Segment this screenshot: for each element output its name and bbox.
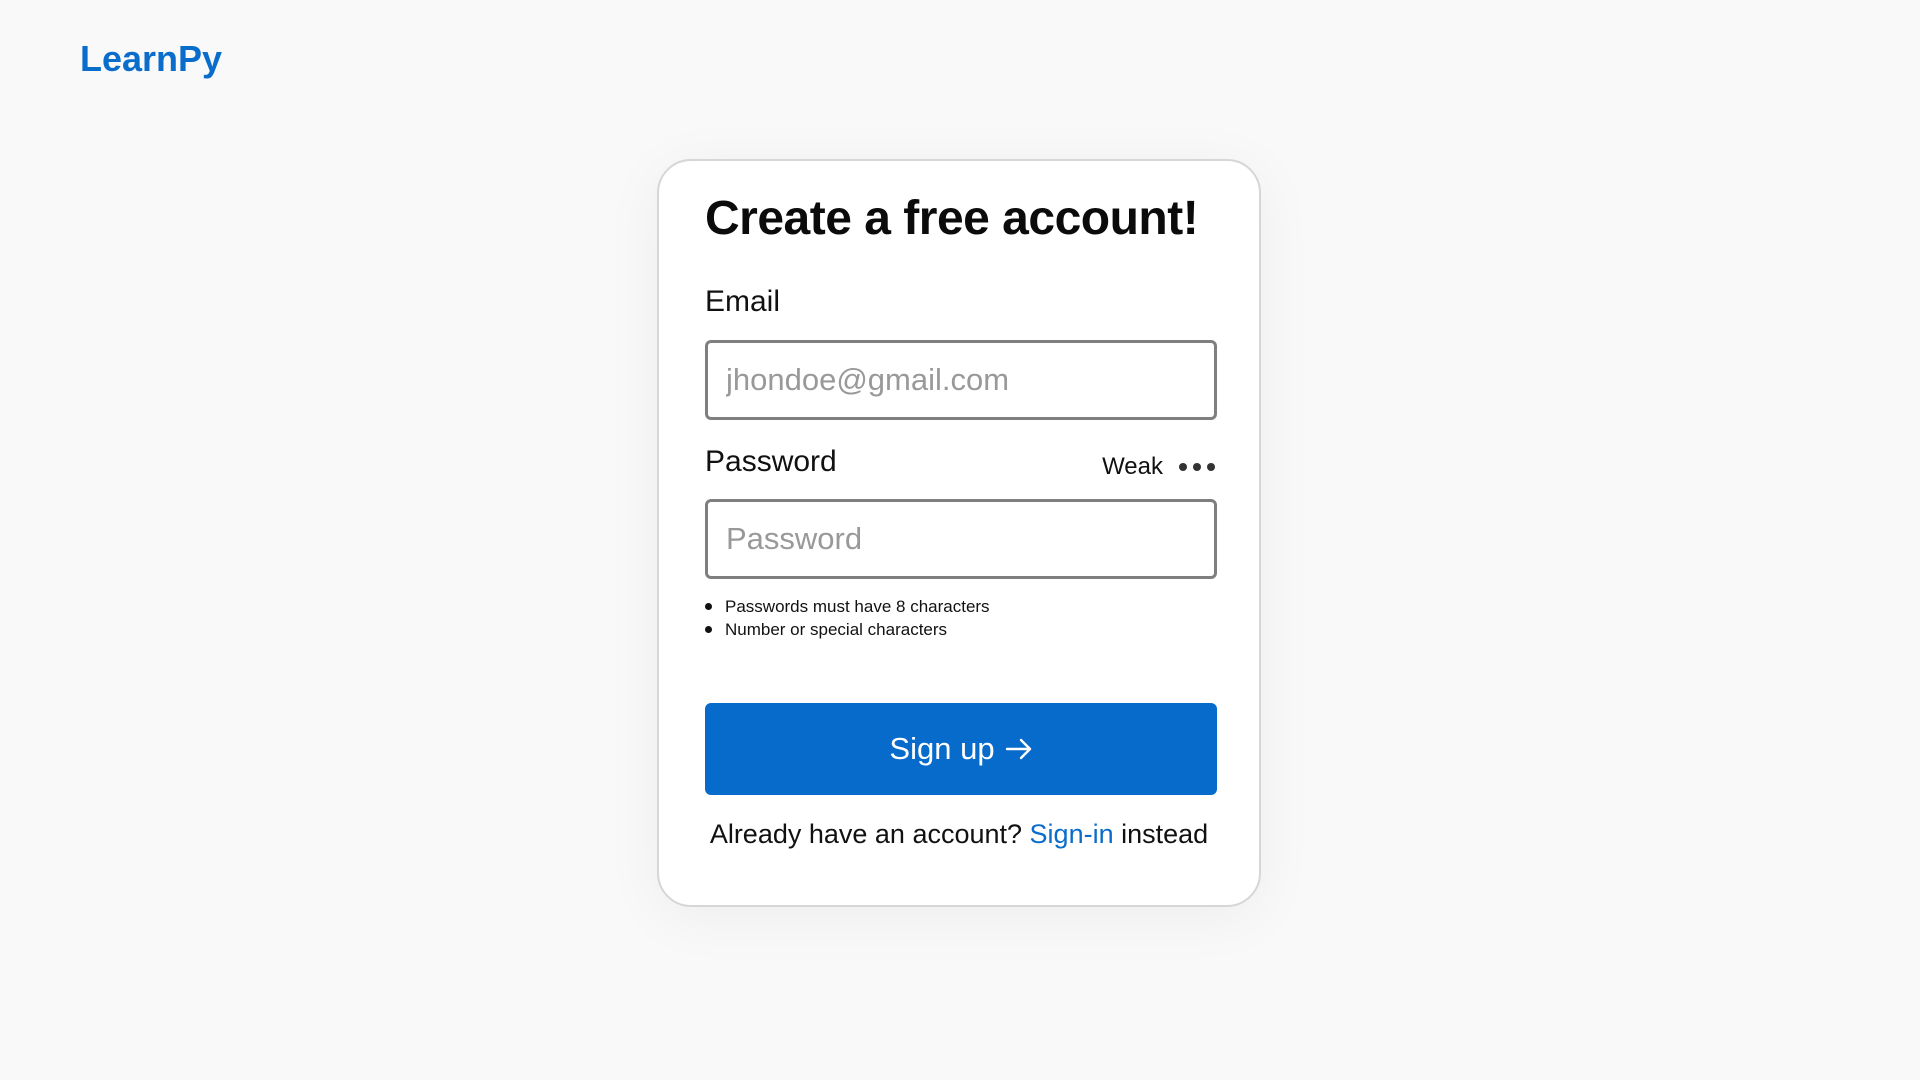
arrow-right-icon <box>1005 738 1031 760</box>
email-label: Email <box>705 285 781 318</box>
password-strength-label: Weak <box>1102 453 1163 480</box>
strength-dots-icon <box>1179 463 1215 471</box>
strength-dot <box>1207 463 1215 471</box>
signin-prefix: Already have an account? <box>709 819 1023 849</box>
password-field[interactable] <box>705 499 1217 579</box>
page-title: Create a free account! <box>705 192 1199 245</box>
signin-prompt: Already have an account? Sign-in instead <box>659 819 1259 850</box>
signin-link[interactable]: Sign-in <box>1030 819 1114 849</box>
brand-logo[interactable]: LearnPy <box>80 38 222 80</box>
password-label: Password <box>705 445 837 478</box>
password-rules-list: Passwords must have 8 characters Number … <box>705 595 990 641</box>
password-strength-indicator: Weak <box>1102 453 1215 481</box>
password-rule: Number or special characters <box>705 618 990 641</box>
signup-button[interactable]: Sign up <box>705 703 1217 795</box>
email-field[interactable] <box>705 340 1217 420</box>
strength-dot <box>1193 463 1201 471</box>
signin-suffix: instead <box>1121 819 1209 849</box>
password-rule: Passwords must have 8 characters <box>705 595 990 618</box>
signup-button-label: Sign up <box>889 731 995 766</box>
signup-card: Create a free account! Email Password We… <box>657 159 1261 907</box>
strength-dot <box>1179 463 1187 471</box>
